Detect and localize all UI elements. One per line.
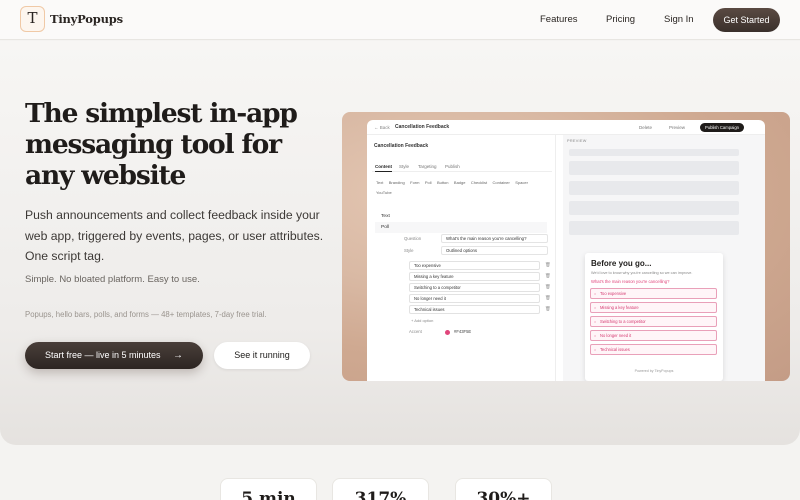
stat-card: 317% — [332, 478, 429, 500]
start-free-label: Start free — live in 5 minutes — [45, 350, 161, 360]
question-label: Question — [404, 236, 422, 241]
stat-value: 30%+ — [476, 489, 531, 500]
skeleton-bar — [569, 221, 739, 235]
option-input[interactable]: No longer need it — [409, 294, 540, 303]
style-select[interactable]: Outlined options — [441, 246, 548, 255]
preview-button[interactable]: Preview — [669, 125, 685, 130]
tree-item-text-label: Text — [381, 214, 390, 219]
popup-option[interactable]: Missing a key feature — [590, 302, 717, 313]
hero-tagline: Simple. No bloated platform. Easy to use… — [25, 274, 200, 285]
popup-option[interactable]: No longer need it — [590, 330, 717, 341]
editor-topbar: ← Back Cancellation Feedback Delete Prev… — [367, 120, 765, 135]
tab-style[interactable]: Style — [399, 164, 409, 169]
top-nav: T TinyPopups Features Pricing Sign In Ge… — [0, 0, 800, 40]
tree-item-poll[interactable]: Poll — [375, 222, 547, 233]
style-label: Style — [404, 248, 414, 253]
editor-window: ← Back Cancellation Feedback Delete Prev… — [367, 120, 765, 381]
popup-option[interactable]: Technical issues — [590, 344, 717, 355]
see-it-running-button[interactable]: See it running — [214, 342, 310, 369]
block-spacer[interactable]: Spacer — [515, 180, 528, 185]
trash-icon[interactable]: 🗑 — [545, 284, 551, 290]
editor-title: Cancellation Feedback — [395, 124, 450, 130]
stat-card: 30%+ — [455, 478, 552, 500]
start-free-button[interactable]: Start free — live in 5 minutes → — [25, 342, 203, 369]
tab-publish[interactable]: Publish — [445, 164, 460, 169]
get-started-button[interactable]: Get Started — [713, 8, 780, 32]
preview-label: PREVIEW — [567, 139, 587, 143]
block-checklist[interactable]: Checklist — [471, 180, 487, 185]
arrow-right-icon: → — [173, 350, 183, 361]
nav-link-pricing[interactable]: Pricing — [606, 14, 635, 25]
stat-value: 317% — [354, 489, 407, 500]
editor-panel: Cancellation Feedback Content Style Targ… — [367, 135, 556, 381]
option-input[interactable]: Missing a key feature — [409, 272, 540, 281]
option-input[interactable]: Technical issues — [409, 305, 540, 314]
question-field: Question What's the main reason you're c… — [404, 234, 548, 244]
accent-value[interactable]: #F43F5E — [454, 329, 471, 334]
popup-option[interactable]: Too expensive — [590, 288, 717, 299]
skeleton-bar — [569, 149, 739, 156]
campaign-name: Cancellation Feedback — [374, 143, 429, 149]
add-option-button[interactable]: + Add option — [411, 318, 433, 323]
block-branding[interactable]: Branding — [389, 180, 405, 185]
delete-button[interactable]: Delete — [639, 125, 652, 130]
skeleton-bar — [569, 201, 739, 215]
stat-value: 5 min — [241, 489, 296, 500]
block-poll[interactable]: Poll — [425, 180, 432, 185]
block-text[interactable]: Text — [376, 180, 383, 185]
popup-preview: Before you go... We'd love to know why y… — [585, 253, 723, 381]
hero-headline: The simplest in-app messaging tool for a… — [25, 98, 298, 191]
block-form[interactable]: Form — [410, 180, 419, 185]
block-container[interactable]: Container — [493, 180, 510, 185]
block-badge[interactable]: Badge — [454, 180, 466, 185]
powered-by: Powered by TinyPopups — [634, 369, 674, 373]
skeleton-bar — [569, 161, 739, 175]
tab-targeting[interactable]: Targeting — [418, 164, 437, 169]
nav-link-features[interactable]: Features — [540, 14, 578, 25]
popup-title: Before you go... — [591, 259, 652, 268]
question-input[interactable]: What's the main reason you're cancelling… — [441, 234, 548, 243]
option-input[interactable]: Too expensive — [409, 261, 540, 270]
logo-icon[interactable]: T — [20, 6, 45, 32]
stat-card: 5 min — [220, 478, 317, 500]
back-link[interactable]: ← Back — [374, 125, 390, 130]
trash-icon[interactable]: 🗑 — [545, 273, 551, 279]
preview-panel: PREVIEW Before you go... We'd love to kn… — [563, 135, 765, 381]
hero-meta: Popups, hello bars, polls, and forms — 4… — [25, 310, 267, 319]
accent-swatch[interactable] — [445, 330, 450, 335]
tab-content[interactable]: Content — [375, 164, 392, 172]
publish-campaign-button[interactable]: Publish Campaign — [700, 123, 744, 132]
accent-label: Accent — [409, 329, 422, 334]
tree-item-text[interactable]: Text — [375, 211, 547, 222]
editor-tabs: Content Style Targeting Publish — [372, 161, 552, 172]
hero-subheadline: Push announcements and collect feedback … — [25, 208, 324, 263]
skeleton-bar — [569, 181, 739, 195]
trash-icon[interactable]: 🗑 — [545, 306, 551, 312]
hero-section: The simplest in-app messaging tool for a… — [0, 41, 800, 445]
block-button[interactable]: Button — [437, 180, 449, 185]
block-youtube[interactable]: YouTube — [376, 190, 392, 195]
popup-subtitle: We'd love to know why you're cancelling … — [591, 271, 693, 275]
tree-item-poll-label: Poll — [381, 225, 389, 230]
popup-option[interactable]: Switching to a competitor — [590, 316, 717, 327]
block-palette: Text Branding Form Poll Button Badge Che… — [376, 180, 551, 200]
brand-name[interactable]: TinyPopups — [50, 12, 123, 26]
block-tree: Text Poll — [375, 211, 547, 233]
popup-question: What's the main reason you're cancelling… — [591, 279, 670, 284]
nav-link-sign-in[interactable]: Sign In — [664, 14, 694, 25]
product-mockup: ← Back Cancellation Feedback Delete Prev… — [342, 112, 790, 381]
trash-icon[interactable]: 🗑 — [545, 295, 551, 301]
option-input[interactable]: Switching to a competitor — [409, 283, 540, 292]
trash-icon[interactable]: 🗑 — [545, 262, 551, 268]
style-field: Style Outlined options — [404, 246, 548, 256]
